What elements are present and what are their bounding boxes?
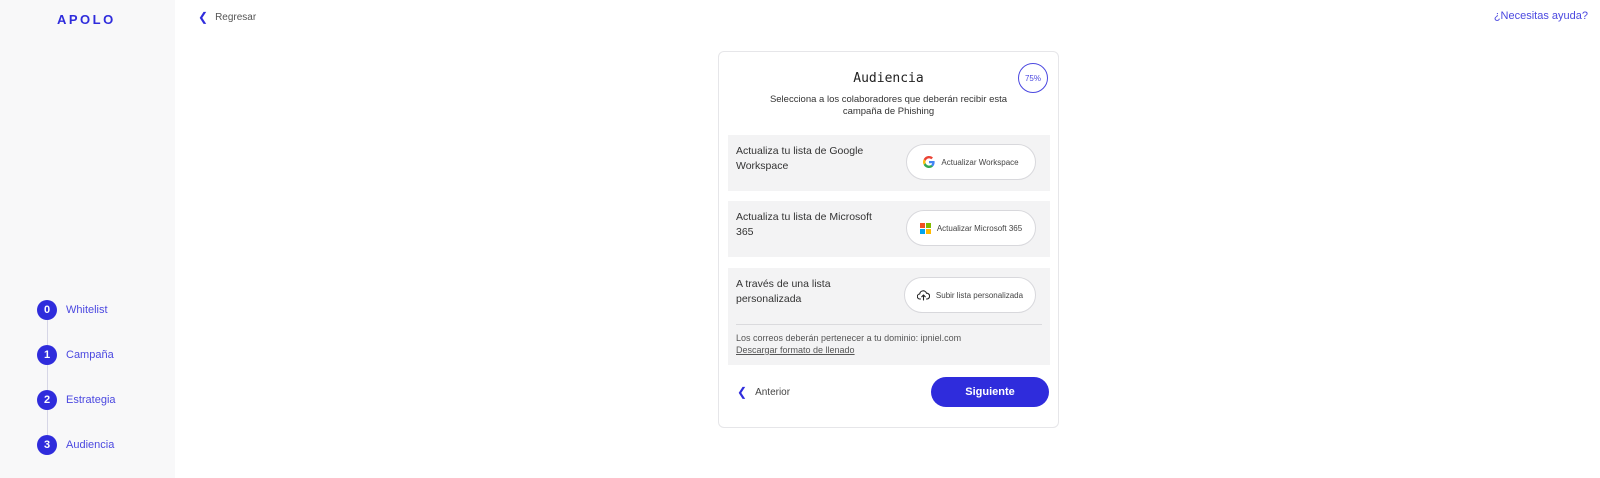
step-label: Audiencia <box>66 439 115 451</box>
audience-card: Audiencia 75% Selecciona a los colaborad… <box>718 51 1059 428</box>
progress-indicator: 75% <box>1018 63 1048 93</box>
option-custom-list: A través de una lista personalizada Subi… <box>728 268 1050 365</box>
step-whitelist[interactable]: 0 Whitelist <box>37 300 116 345</box>
microsoft-icon <box>919 222 931 234</box>
button-label: Actualizar Microsoft 365 <box>936 223 1023 233</box>
step-label: Campaña <box>66 349 114 361</box>
divider <box>736 324 1042 325</box>
update-microsoft-button[interactable]: Actualizar Microsoft 365 <box>906 210 1036 246</box>
card-title: Audiencia <box>853 71 924 86</box>
option-label: Actualiza tu lista de Microsoft 365 <box>736 211 872 238</box>
previous-button[interactable]: ❮ Anterior <box>737 385 790 399</box>
button-label: Subir lista personalizada <box>935 290 1024 300</box>
card-subtitle: Selecciona a los colaboradores que deber… <box>769 94 1008 117</box>
update-workspace-button[interactable]: Actualizar Workspace <box>906 144 1036 180</box>
step-campana[interactable]: 1 Campaña <box>37 345 116 390</box>
step-number: 1 <box>37 345 57 365</box>
option-microsoft-365: Actualiza tu lista de Microsoft 365 Actu… <box>728 201 1050 257</box>
upload-list-button[interactable]: Subir lista personalizada <box>904 277 1036 313</box>
step-number: 2 <box>37 390 57 410</box>
step-connector <box>46 410 48 435</box>
back-label: Regresar <box>215 11 257 23</box>
step-number: 0 <box>37 300 57 320</box>
upload-cloud-icon <box>916 289 930 301</box>
download-template-link[interactable]: Descargar formato de llenado <box>736 345 855 355</box>
domain-note: Los correos deberán pertenecer a tu domi… <box>736 333 962 343</box>
help-link[interactable]: ¿Necesitas ayuda? <box>1494 10 1588 22</box>
apolo-logo[interactable]: APOLO <box>57 12 116 27</box>
step-audiencia[interactable]: 3 Audiencia <box>37 435 116 478</box>
step-estrategia[interactable]: 2 Estrategia <box>37 390 116 435</box>
google-icon <box>923 156 936 168</box>
sidebar: APOLO 0 Whitelist 1 Campaña 2 Estrategia… <box>0 0 175 478</box>
option-google-workspace: Actualiza tu lista de Google Workspace A… <box>728 135 1050 191</box>
step-label: Whitelist <box>66 304 108 316</box>
button-label: Actualizar Workspace <box>941 157 1019 167</box>
step-number: 3 <box>37 435 57 455</box>
step-label: Estrategia <box>66 394 116 406</box>
option-label: A través de una lista personalizada <box>736 278 831 305</box>
step-connector <box>46 365 48 390</box>
step-list: 0 Whitelist 1 Campaña 2 Estrategia 3 Aud… <box>37 300 116 478</box>
chevron-left-icon: ❮ <box>737 385 748 399</box>
back-link[interactable]: ❮ Regresar <box>198 10 256 24</box>
step-connector <box>46 320 48 345</box>
previous-label: Anterior <box>755 386 791 398</box>
chevron-left-icon: ❮ <box>198 10 209 24</box>
option-label: Actualiza tu lista de Google Workspace <box>736 145 864 172</box>
next-button[interactable]: Siguiente <box>931 377 1049 407</box>
